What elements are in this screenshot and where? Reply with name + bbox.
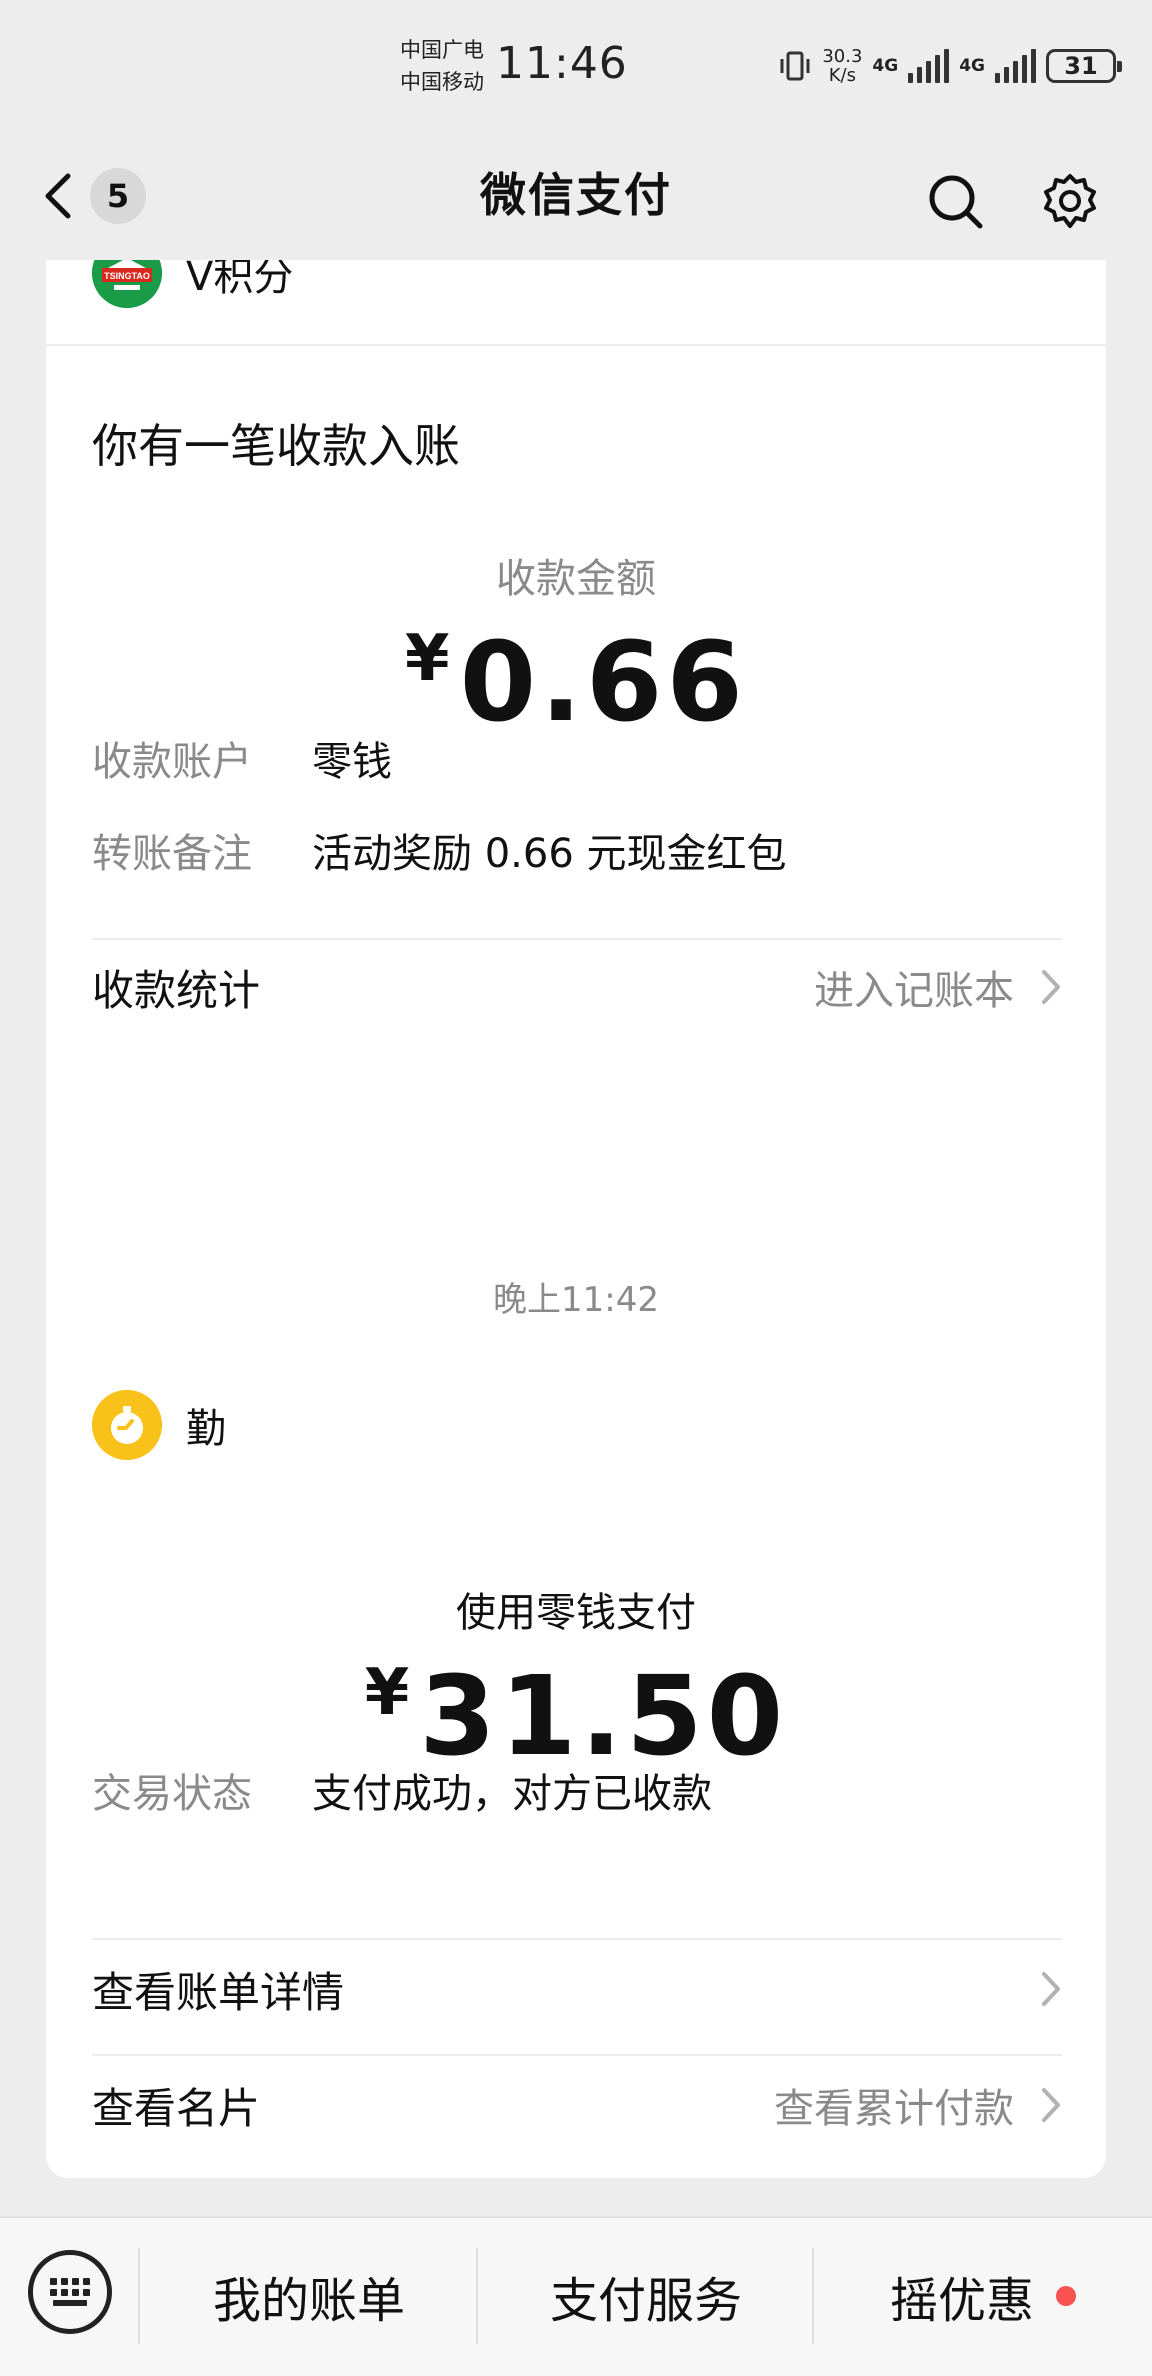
detail-row: 收款账户 零钱 [92, 734, 392, 790]
detail-key: 交易状态 [92, 1771, 252, 1817]
wechat-pay-screen: 中国广电 中国移动 11:46 30.3 K/s 4G 4G 31 5 微信支付… [0, 0, 1152, 2376]
amount-label: 收款金额 [496, 556, 656, 602]
divider [92, 938, 1062, 940]
currency-symbol: ¥ [405, 622, 450, 696]
detail-row: 转账备注 活动奖励 0.66 元现金红包 [92, 826, 787, 882]
currency-symbol: ¥ [364, 1656, 410, 1730]
menu-shake-deals[interactable]: 摇优惠 [814, 2218, 1152, 2374]
merchant-name: V积分 [186, 260, 294, 300]
chevron-right-icon [1042, 1972, 1060, 2006]
receipt-card[interactable]: TSINGTAO V积分 你有一笔收款入账 收款金额 ¥0.66 收款账户 零钱… [46, 260, 1106, 1420]
notification-dot [1056, 2286, 1076, 2306]
bill-details-label: 查看账单详情 [92, 1967, 345, 2017]
carrier-1: 中国广电 [400, 38, 484, 62]
tsingtao-logo-icon: TSINGTAO [92, 260, 162, 308]
merchant-header: TSINGTAO V积分 [92, 260, 293, 308]
message-timestamp: 晚上11:42 [493, 1280, 659, 1320]
cumulative-payments-text: 查看累计付款 [774, 2086, 1014, 2132]
notice-title: 你有一笔收款入账 [92, 419, 460, 473]
detail-row: 交易状态 支付成功，对方已收款 [92, 1766, 712, 1822]
status-bar: 中国广电 中国移动 11:46 30.3 K/s 4G 4G 31 [0, 0, 1152, 136]
carrier-info: 中国广电 中国移动 [400, 34, 484, 98]
payment-card[interactable]: 勤 使用零钱支付 ¥31.50 交易状态 支付成功，对方已收款 查看账单详情 查… [46, 1348, 1106, 2178]
gear-icon[interactable] [1040, 172, 1100, 232]
chevron-right-icon [1042, 970, 1060, 1004]
merchant-name: 勤 [186, 1406, 226, 1452]
detail-value: 零钱 [312, 739, 392, 785]
amount-value: 31.50 [419, 1652, 788, 1780]
business-card-link[interactable]: 查看名片 查看累计付款 [92, 2060, 1062, 2150]
menu-payment-services[interactable]: 支付服务 [478, 2218, 814, 2374]
nav-bar: 5 微信支付 [0, 136, 1152, 260]
signal-icon [908, 49, 950, 83]
battery-icon: 31 [1046, 49, 1122, 83]
bill-details-link[interactable]: 查看账单详情 [92, 1944, 1062, 2034]
stopwatch-logo-icon [92, 1390, 162, 1460]
status-clock: 11:46 [496, 38, 628, 89]
stats-label: 收款统计 [92, 965, 261, 1015]
amount-label: 使用零钱支付 [456, 1590, 696, 1636]
detail-value: 活动奖励 0.66 元现金红包 [312, 831, 787, 877]
amount-value: 0.66 [459, 618, 747, 746]
vibrate-icon [780, 51, 810, 81]
divider [46, 344, 1106, 346]
network-type-1: 4G [872, 56, 899, 76]
status-indicators: 30.3 K/s 4G 4G 31 [778, 44, 1122, 88]
network-type-2: 4G [959, 56, 985, 76]
message-list[interactable]: TSINGTAO V积分 你有一笔收款入账 收款金额 ¥0.66 收款账户 零钱… [0, 260, 1152, 2216]
amount-display: ¥31.50 [46, 1652, 1106, 1780]
receipt-stats-link[interactable]: 收款统计 进入记账本 [92, 942, 1062, 1032]
menu-my-bills[interactable]: 我的账单 [140, 2218, 478, 2374]
svg-text:TSINGTAO: TSINGTAO [104, 271, 150, 281]
business-card-label: 查看名片 [92, 2083, 261, 2133]
net-speed: 30.3 K/s [822, 46, 863, 86]
merchant-header: 勤 [92, 1390, 226, 1460]
signal-icon [995, 49, 1036, 83]
detail-value: 支付成功，对方已收款 [312, 1771, 712, 1817]
keyboard-icon[interactable] [28, 2250, 112, 2334]
battery-level: 31 [1064, 52, 1098, 80]
carrier-2: 中国移动 [400, 70, 484, 94]
search-icon[interactable] [926, 172, 986, 232]
bottom-menu-bar: 我的账单 支付服务 摇优惠 [0, 2216, 1152, 2376]
amount-display: ¥0.66 [46, 618, 1106, 746]
ledger-link-text: 进入记账本 [814, 968, 1014, 1014]
detail-key: 收款账户 [92, 739, 252, 785]
chevron-right-icon [1042, 2088, 1060, 2122]
divider [92, 2054, 1062, 2056]
divider [92, 1938, 1062, 1940]
detail-key: 转账备注 [92, 831, 252, 877]
